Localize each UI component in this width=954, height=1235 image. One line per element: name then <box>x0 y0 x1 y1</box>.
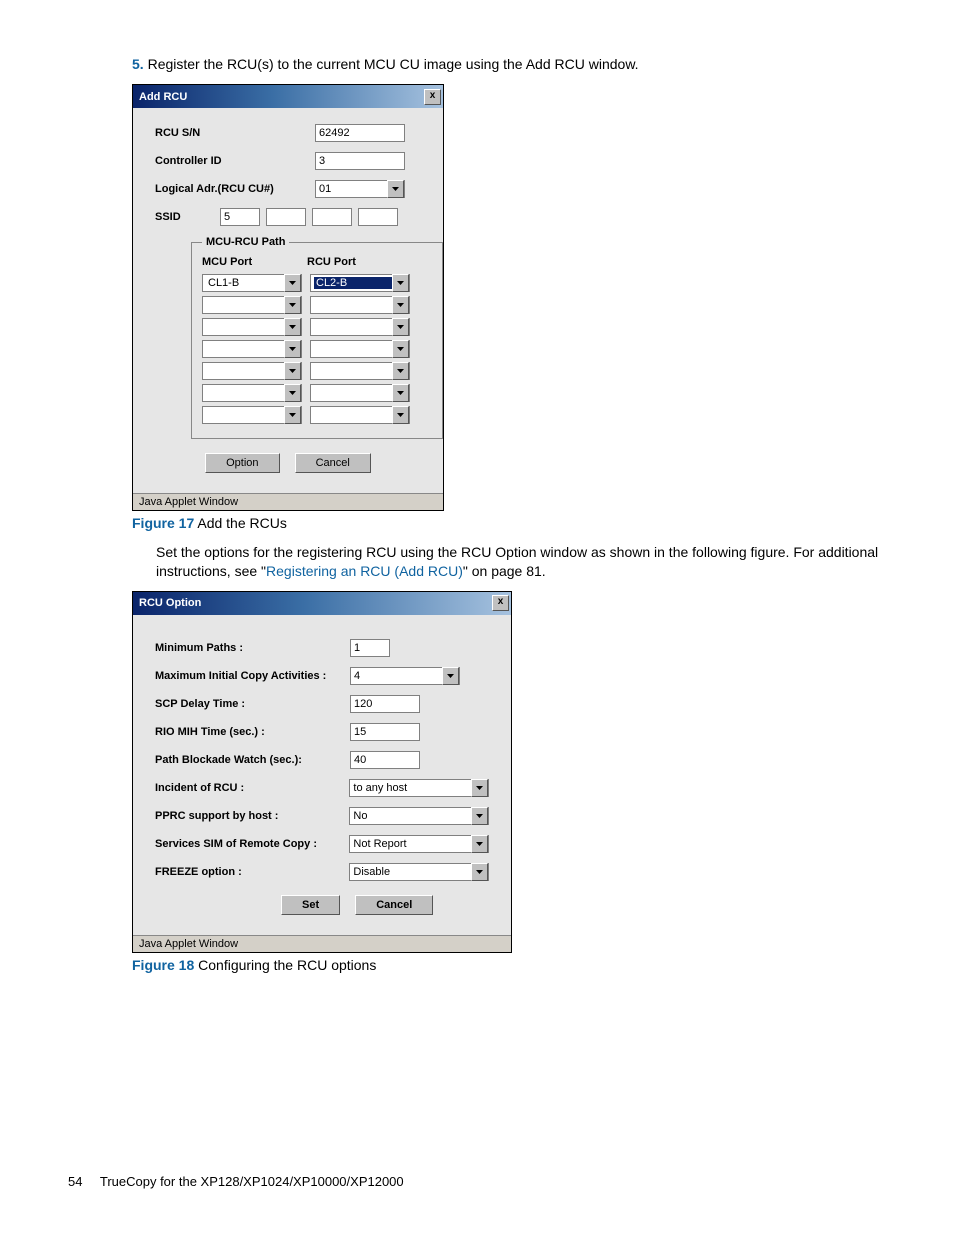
page-number: 54 <box>68 1174 82 1189</box>
mcu-port-select[interactable] <box>202 362 302 380</box>
rcu-port-select[interactable] <box>310 384 410 402</box>
rcu-port-select[interactable] <box>310 340 410 358</box>
chevron-down-icon <box>471 863 488 881</box>
chevron-down-icon <box>392 318 409 336</box>
add-rcu-titlebar: Add RCU x <box>133 85 443 108</box>
sim-select[interactable]: Not Report <box>349 835 489 853</box>
page-footer: 54 TrueCopy for the XP128/XP1024/XP10000… <box>68 1174 404 1189</box>
close-icon[interactable]: x <box>492 595 509 611</box>
mcu-rcu-path-group: MCU-RCU Path MCU Port RCU Port CL1-B CL2-… <box>191 236 443 439</box>
step-number: 5. <box>132 56 144 72</box>
ssid-input-2[interactable] <box>266 208 306 226</box>
mcu-port-header: MCU Port <box>202 256 307 268</box>
logical-adr-select[interactable]: 01 <box>315 180 405 198</box>
rcu-option-paragraph: Set the options for the registering RCU … <box>156 543 886 581</box>
chevron-down-icon <box>284 274 301 292</box>
mcu-port-select[interactable] <box>202 384 302 402</box>
min-paths-input[interactable] <box>350 639 390 657</box>
ssid-input-1[interactable] <box>220 208 260 226</box>
rcu-option-title: RCU Option <box>139 597 201 609</box>
step-text: Register the RCU(s) to the current MCU C… <box>148 56 639 72</box>
doc-title: TrueCopy for the XP128/XP1024/XP10000/XP… <box>100 1174 404 1189</box>
chevron-down-icon <box>442 667 459 685</box>
chevron-down-icon <box>392 362 409 380</box>
path-row <box>202 384 432 402</box>
rcu-port-select[interactable] <box>310 362 410 380</box>
ssid-label: SSID <box>155 211 220 223</box>
chevron-down-icon <box>284 318 301 336</box>
rio-mih-label: RIO MIH Time (sec.) : <box>155 726 350 738</box>
max-copy-select[interactable]: 4 <box>350 667 460 685</box>
chevron-down-icon <box>392 274 409 292</box>
min-paths-label: Minimum Paths : <box>155 642 350 654</box>
close-icon[interactable]: x <box>424 89 441 105</box>
path-row <box>202 318 432 336</box>
ssid-input-3[interactable] <box>312 208 352 226</box>
figure-17-caption: Figure 17 Add the RCUs <box>132 515 886 531</box>
sim-label: Services SIM of Remote Copy : <box>155 838 349 850</box>
path-row <box>202 406 432 424</box>
incident-select[interactable]: to any host <box>349 779 489 797</box>
chevron-down-icon <box>284 406 301 424</box>
chevron-down-icon <box>284 362 301 380</box>
path-row <box>202 296 432 314</box>
chevron-down-icon <box>471 779 488 797</box>
option-button[interactable]: Option <box>205 453 279 473</box>
rio-mih-input[interactable] <box>350 723 420 741</box>
path-legend: MCU-RCU Path <box>202 236 289 248</box>
rcu-option-window: RCU Option x Minimum Paths : Maximum Ini… <box>132 591 512 953</box>
set-button[interactable]: Set <box>281 895 340 915</box>
path-row <box>202 362 432 380</box>
figure-18-caption: Figure 18 Configuring the RCU options <box>132 957 886 973</box>
pprc-select[interactable]: No <box>349 807 489 825</box>
path-row <box>202 340 432 358</box>
status-bar: Java Applet Window <box>133 935 511 952</box>
chevron-down-icon <box>392 340 409 358</box>
rcu-port-select[interactable]: CL2-B <box>310 274 410 292</box>
scp-delay-label: SCP Delay Time : <box>155 698 350 710</box>
cancel-button[interactable]: Cancel <box>295 453 371 473</box>
mcu-port-select[interactable] <box>202 406 302 424</box>
pprc-label: PPRC support by host : <box>155 810 349 822</box>
step-5: 5. Register the RCU(s) to the current MC… <box>132 56 886 72</box>
chevron-down-icon <box>392 406 409 424</box>
mcu-port-select[interactable] <box>202 296 302 314</box>
controller-id-label: Controller ID <box>155 155 315 167</box>
rcu-port-select[interactable] <box>310 406 410 424</box>
path-blockade-input[interactable] <box>350 751 420 769</box>
cancel-button[interactable]: Cancel <box>355 895 433 915</box>
max-copy-label: Maximum Initial Copy Activities : <box>155 670 350 682</box>
chevron-down-icon <box>387 180 404 198</box>
mcu-port-select[interactable]: CL1-B <box>202 274 302 292</box>
controller-id-input[interactable] <box>315 152 405 170</box>
chevron-down-icon <box>471 835 488 853</box>
status-bar: Java Applet Window <box>133 493 443 510</box>
chevron-down-icon <box>392 384 409 402</box>
path-blockade-label: Path Blockade Watch (sec.): <box>155 754 350 766</box>
rcu-port-header: RCU Port <box>307 256 412 268</box>
rcu-sn-label: RCU S/N <box>155 127 315 139</box>
scp-delay-input[interactable] <box>350 695 420 713</box>
registering-rcu-link[interactable]: Registering an RCU (Add RCU) <box>266 563 463 579</box>
add-rcu-window: Add RCU x RCU S/N Controller ID Logical … <box>132 84 444 511</box>
rcu-port-select[interactable] <box>310 318 410 336</box>
rcu-option-titlebar: RCU Option x <box>133 592 511 615</box>
incident-label: Incident of RCU : <box>155 782 349 794</box>
chevron-down-icon <box>284 340 301 358</box>
add-rcu-title: Add RCU <box>139 91 187 103</box>
chevron-down-icon <box>284 384 301 402</box>
rcu-sn-input[interactable] <box>315 124 405 142</box>
ssid-input-4[interactable] <box>358 208 398 226</box>
mcu-port-select[interactable] <box>202 318 302 336</box>
chevron-down-icon <box>392 296 409 314</box>
chevron-down-icon <box>284 296 301 314</box>
rcu-port-select[interactable] <box>310 296 410 314</box>
mcu-port-select[interactable] <box>202 340 302 358</box>
path-row: CL1-B CL2-B <box>202 274 432 292</box>
freeze-label: FREEZE option : <box>155 866 349 878</box>
freeze-select[interactable]: Disable <box>349 863 489 881</box>
chevron-down-icon <box>471 807 488 825</box>
logical-adr-label: Logical Adr.(RCU CU#) <box>155 183 315 195</box>
